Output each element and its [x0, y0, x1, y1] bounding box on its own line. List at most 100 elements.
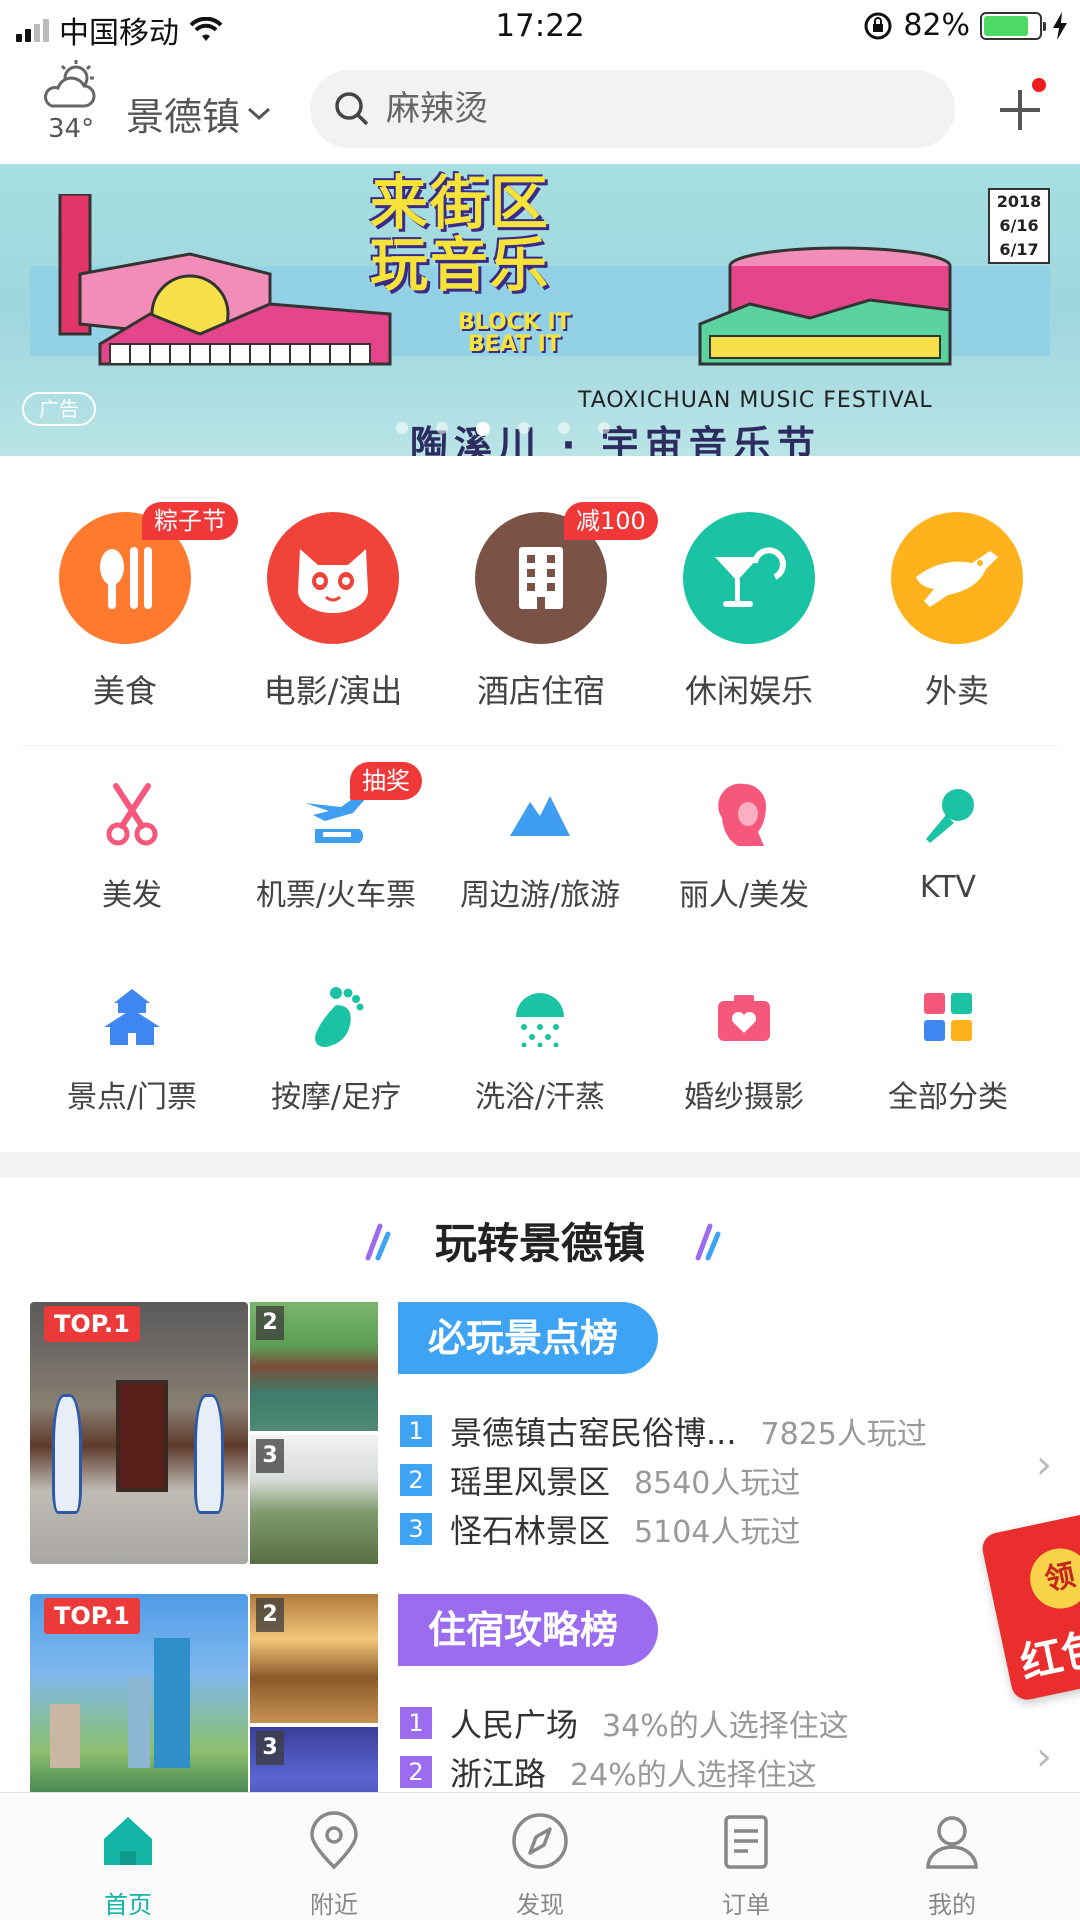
ktv-icon-wrap — [913, 780, 983, 850]
tab-home[interactable]: 首页 — [58, 1811, 198, 1920]
travel-icon-wrap — [505, 780, 575, 850]
banner-dot[interactable] — [558, 422, 570, 434]
promo-banner[interactable]: 来街区 玩音乐 BLOCK IT BEAT IT 2018 6/16 6/17 … — [0, 164, 1080, 456]
category-leisure[interactable]: 休闲娱乐 — [644, 500, 854, 712]
category-massage[interactable]: 按摩/足疗 — [234, 982, 438, 1116]
category-hotel[interactable]: 酒店住宿 减100 — [436, 500, 658, 712]
city-selector[interactable]: 景德镇 — [126, 86, 272, 141]
thumb-number: 2 — [256, 1598, 284, 1632]
temperature: 34° — [48, 114, 95, 144]
rank-number: 1 — [400, 1706, 432, 1739]
rank-item[interactable]: 2 浙江路 24%的人选择住这 — [400, 1747, 849, 1796]
category-label: 丽人/美发 — [678, 878, 810, 913]
woman-icon — [718, 783, 766, 846]
rank-number: 1 — [400, 1414, 432, 1447]
rank-name: 人民广场 — [450, 1705, 579, 1744]
tab-label: 订单 — [722, 1891, 770, 1919]
grid-icon — [924, 993, 972, 1041]
banner-title-line2: 玩音乐 — [370, 231, 551, 299]
tab-nearby[interactable]: 附近 — [264, 1811, 404, 1920]
footprint-icon — [315, 987, 364, 1047]
rank-item[interactable]: 1 景德镇古窑民俗博... 7825人玩过 — [400, 1406, 927, 1455]
tab-label: 发现 — [516, 1891, 564, 1919]
rank-number: 2 — [400, 1463, 432, 1496]
rank-item[interactable]: 2 瑶里风景区 8540人玩过 — [400, 1455, 927, 1504]
category-label: 洗浴/汗蒸 — [474, 1080, 606, 1115]
tab-discover[interactable]: 发现 — [470, 1811, 610, 1920]
weather-widget[interactable]: 34° — [30, 56, 110, 156]
category-all[interactable]: 全部分类 — [846, 982, 1050, 1116]
banner-date: 2018 6/16 6/17 — [988, 188, 1050, 264]
rank-meta: 5104人玩过 — [634, 1514, 801, 1550]
tab-label: 首页 — [104, 1891, 152, 1919]
section-title: 玩转景德镇 — [434, 1219, 645, 1268]
rank-item[interactable]: 1 人民广场 34%的人选择住这 — [400, 1698, 849, 1747]
shower-icon — [516, 993, 564, 1047]
beauty-icon-wrap — [709, 780, 779, 850]
category-flight-train[interactable]: 机票/火车票 抽奖 — [234, 762, 438, 914]
category-bath[interactable]: 洗浴/汗蒸 — [438, 982, 642, 1116]
category-label: 景点/门票 — [66, 1080, 198, 1115]
wedding-icon-wrap — [709, 982, 779, 1052]
rank-item[interactable]: 3 怪石林景区 5104人玩过 — [400, 1504, 927, 1553]
category-scenic[interactable]: 景点/门票 — [30, 982, 234, 1116]
top-badge: TOP.1 — [44, 1598, 140, 1634]
banner-pagination[interactable] — [396, 422, 610, 436]
temple-icon — [104, 989, 160, 1045]
fork-knife-icon — [100, 547, 152, 609]
status-right: 82% — [863, 8, 1068, 43]
mountain-icon — [510, 796, 570, 836]
top-header: 34° 景德镇 — [0, 56, 1080, 164]
promo-badge: 粽子节 — [142, 502, 238, 540]
category-haircut[interactable]: 美发 — [30, 780, 234, 914]
tab-orders[interactable]: 订单 — [676, 1811, 816, 1920]
camera-heart-icon — [718, 995, 770, 1041]
thumb-number: 2 — [256, 1306, 284, 1340]
city-label: 景德镇 — [126, 95, 241, 139]
category-ktv[interactable]: KTV — [846, 780, 1050, 905]
user-icon — [926, 1816, 978, 1869]
banner-dot[interactable] — [518, 422, 530, 434]
delivery-circle — [891, 512, 1023, 644]
banner-dot[interactable] — [476, 422, 490, 436]
rotation-lock-icon — [864, 12, 892, 39]
chevron-down-icon — [248, 107, 271, 120]
search-input[interactable] — [386, 89, 886, 129]
rank-name: 瑶里风景区 — [450, 1462, 611, 1501]
category-label: 婚纱摄影 — [684, 1080, 804, 1115]
rank-photo-3: 3 — [250, 1435, 378, 1564]
banner-dot[interactable] — [598, 422, 610, 434]
chevron-right-icon[interactable]: › — [1036, 1442, 1052, 1488]
red-packet-coin: 领 — [1024, 1542, 1080, 1615]
search-bar[interactable] — [310, 70, 955, 148]
rank-card-attractions[interactable]: TOP.1 2 3 必玩景点榜 1 景德镇古窑民俗博... 7825人玩过 2 … — [28, 1302, 1052, 1564]
category-food[interactable]: 美食 粽子节 — [20, 500, 238, 712]
top-badge: TOP.1 — [44, 1306, 140, 1342]
banner-dot[interactable] — [396, 422, 408, 434]
category-travel[interactable]: 周边游/旅游 — [438, 780, 642, 914]
title-slash-right-icon — [695, 1223, 721, 1261]
leisure-circle — [683, 512, 815, 644]
category-label: 电影/演出 — [263, 672, 403, 710]
rank-name: 怪石林景区 — [450, 1511, 611, 1550]
rank-list: 1 景德镇古窑民俗博... 7825人玩过 2 瑶里风景区 8540人玩过 3 … — [400, 1406, 927, 1553]
banner-dot[interactable] — [436, 422, 448, 434]
rank-meta: 7825人玩过 — [760, 1416, 927, 1452]
category-delivery[interactable]: 外卖 — [852, 500, 1062, 712]
rank-number: 2 — [400, 1755, 432, 1788]
chevron-right-icon[interactable]: › — [1036, 1734, 1052, 1780]
compass-icon — [512, 1813, 568, 1869]
category-label: 外卖 — [924, 672, 989, 710]
tab-label: 我的 — [928, 1891, 976, 1919]
category-movie[interactable]: 电影/演出 — [228, 500, 438, 712]
rank-heading: 必玩景点榜 — [398, 1302, 659, 1374]
weather-cloud-sun-icon — [44, 60, 96, 108]
banner-subtitle-line1: BLOCK IT — [458, 310, 571, 335]
category-beauty[interactable]: 丽人/美发 — [642, 780, 846, 914]
section-gap — [0, 1152, 1080, 1178]
add-button[interactable] — [990, 78, 1050, 138]
ad-tag: 广告 — [22, 392, 96, 426]
tab-me[interactable]: 我的 — [882, 1811, 1022, 1920]
building-icon — [519, 547, 563, 609]
category-wedding-photo[interactable]: 婚纱摄影 — [642, 982, 846, 1116]
